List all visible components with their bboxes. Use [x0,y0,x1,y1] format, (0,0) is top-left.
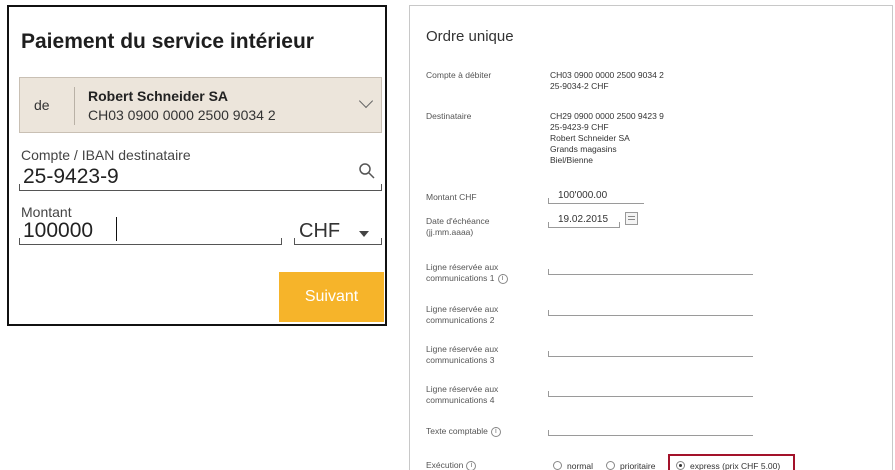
input-tick [381,184,382,191]
execution-priority-radio[interactable] [606,461,615,470]
info-icon[interactable]: i [490,426,501,437]
due-date-input[interactable]: 19.02.2015 [558,214,608,225]
input-tick [548,430,549,435]
account-prefix-label: de [34,97,50,113]
accounting-text-label: Texte comptable i [426,426,501,437]
message-line-4-label: Ligne réservée aux communications 4 [426,384,499,405]
caret-down-icon[interactable] [359,231,369,237]
message-line-2-label: Ligne réservée aux communications 2 [426,304,499,325]
input-tick [381,238,382,245]
currency-select[interactable]: CHF [299,220,340,243]
recipient-input[interactable]: 25-9423-9 [23,165,119,189]
input-tick [19,184,20,191]
calendar-icon[interactable] [625,212,638,225]
recipient-iban: CH29 0900 0000 2500 9423 9 [550,111,664,121]
input-tick [548,391,549,396]
message-line-3-input[interactable] [548,356,753,357]
page-title: Paiement du service intérieur [21,30,314,53]
message-line-1-label: Ligne réservée aux communications 1i [426,262,508,284]
input-tick [281,238,282,245]
execution-priority-label: prioritaire [620,461,656,470]
input-tick [548,222,549,227]
text-cursor [116,217,117,241]
recipient-account: 25-9423-9 CHF [550,122,609,132]
due-date-label: Date d'échéance [426,216,490,226]
input-tick [548,198,549,203]
amount-input[interactable]: 100000 [23,219,93,243]
execution-express-radio[interactable] [676,461,685,470]
input-tick [619,222,620,227]
form-title: Ordre unique [426,28,514,45]
debit-account-label: Compte à débiter [426,70,492,80]
input-tick [548,269,549,274]
input-tick [294,238,295,245]
execution-normal-radio[interactable] [553,461,562,470]
next-button[interactable]: Suivant [279,272,384,322]
amount-input[interactable]: 100'000.00 [558,190,607,201]
execution-express-label: express (prix CHF 5.00) [690,461,781,470]
recipient-city: Biel/Bienne [550,155,594,165]
amount-input-line [548,203,644,204]
info-icon[interactable]: i [497,273,508,284]
due-date-hint: (jj.mm.aaaa) [426,227,474,237]
amount-field-label: Montant [21,204,72,220]
execution-normal-label: normal [567,461,593,470]
debit-account-selector[interactable]: de Robert Schneider SA CH03 0900 0000 25… [19,77,382,133]
single-order-form: Ordre unique Compte à débiter CH03 0900 … [409,5,893,470]
recipient-name: Robert Schneider SA [550,133,630,143]
chevron-down-icon[interactable] [358,93,374,109]
input-tick [548,310,549,315]
divider [74,87,75,125]
input-tick [19,238,20,245]
recipient-field-label: Compte / IBAN destinataire [21,147,191,163]
account-name: Robert Schneider SA [88,88,229,104]
recipient-input-underline [19,190,382,191]
message-line-2-input[interactable] [548,315,753,316]
recipient-address: Grands magasins [550,144,617,154]
debit-account-number: 25-9034-2 CHF [550,81,609,91]
input-tick [548,351,549,356]
execution-label: Exécution i [426,460,477,470]
search-icon[interactable] [358,162,376,180]
recipient-label: Destinataire [426,111,472,121]
debit-account-iban: CH03 0900 0000 2500 9034 2 [550,70,664,80]
message-line-3-label: Ligne réservée aux communications 3 [426,344,499,365]
amount-label: Montant CHF [426,192,477,202]
message-line-4-input[interactable] [548,396,753,397]
info-icon[interactable]: i [466,460,477,470]
accounting-text-input[interactable] [548,435,753,436]
amount-input-underline [19,244,282,245]
currency-underline [294,244,382,245]
due-date-input-line [548,227,620,228]
message-line-1-input[interactable] [548,274,753,275]
domestic-payment-panel: Paiement du service intérieur de Robert … [7,5,387,326]
account-iban: CH03 0900 0000 2500 9034 2 [88,107,276,123]
